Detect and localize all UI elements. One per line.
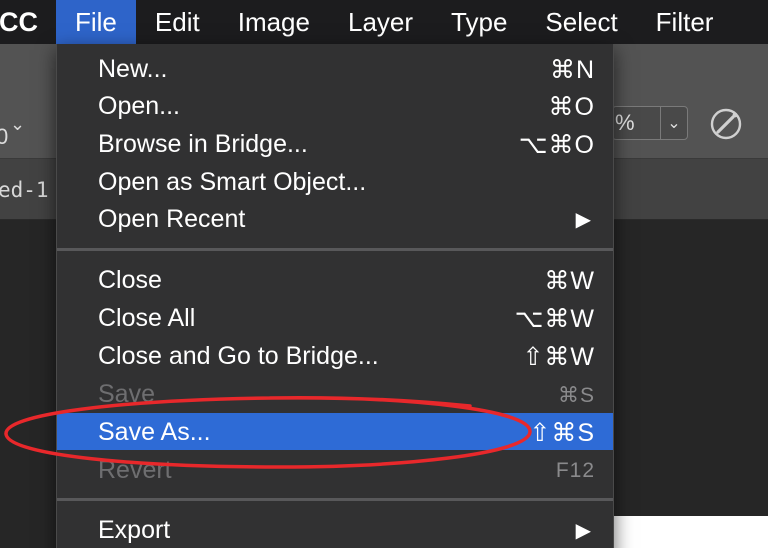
airbrush-icon[interactable] bbox=[708, 106, 744, 142]
menu-image[interactable]: Image bbox=[219, 0, 329, 44]
menu-item-shortcut: ⌘S bbox=[557, 384, 595, 407]
menu-filter[interactable]: Filter bbox=[637, 0, 733, 44]
menu-item-label: Close bbox=[98, 266, 162, 294]
menu-item-new[interactable]: New... ⌘N bbox=[57, 50, 613, 87]
menu-item-open-as-smart-object[interactable]: Open as Smart Object... bbox=[57, 163, 613, 200]
document-tab[interactable]: ed-1 bbox=[0, 178, 49, 202]
menu-layer[interactable]: Layer bbox=[329, 0, 432, 44]
menu-separator bbox=[57, 248, 613, 251]
menu-item-shortcut: ⇧⌘W bbox=[522, 343, 595, 371]
menu-item-shortcut: ⌘O bbox=[548, 93, 595, 121]
menu-item-save-as[interactable]: Save As... ⇧⌘S bbox=[57, 413, 613, 450]
size-value: 0 bbox=[0, 124, 9, 149]
menu-item-close-and-go-to-bridge[interactable]: Close and Go to Bridge... ⇧⌘W bbox=[57, 337, 613, 374]
menu-item-label: Close All bbox=[98, 304, 196, 332]
menu-item-shortcut: F12 bbox=[555, 459, 595, 482]
menu-item-label: Close and Go to Bridge... bbox=[98, 342, 379, 370]
menu-item-shortcut: ⌘N bbox=[549, 56, 595, 84]
menu-item-shortcut: ⌥⌘W bbox=[514, 305, 595, 333]
menu-item-label: Save As... bbox=[98, 418, 211, 446]
percent-label: % bbox=[615, 110, 635, 135]
menu-select[interactable]: Select bbox=[526, 0, 636, 44]
menu-item-shortcut: ⌘W bbox=[544, 267, 595, 295]
menu-item-shortcut: ⇧⌘S bbox=[529, 419, 595, 447]
menu-file[interactable]: File bbox=[56, 0, 136, 44]
menu-item-label: New... bbox=[98, 55, 168, 83]
menu-item-close[interactable]: Close ⌘W bbox=[57, 261, 613, 298]
app-name[interactable]: CC bbox=[0, 0, 56, 44]
menu-type[interactable]: Type bbox=[432, 0, 526, 44]
menu-item-label: Revert bbox=[98, 456, 172, 484]
menu-item-label: Open as Smart Object... bbox=[98, 168, 367, 196]
document-canvas bbox=[612, 516, 768, 548]
menu-item-shortcut: ⌥⌘O bbox=[518, 131, 595, 159]
chevron-down-icon[interactable]: ⌄ bbox=[10, 114, 25, 135]
menu-item-save: Save ⌘S bbox=[57, 375, 613, 412]
triangle-right-icon: ▶ bbox=[575, 209, 591, 231]
menu-item-open-recent[interactable]: Open Recent ▶ bbox=[57, 200, 613, 237]
menu-bar: CC File Edit Image Layer Type Select Fil… bbox=[0, 0, 768, 44]
menu-item-label: Browse in Bridge... bbox=[98, 130, 308, 158]
menu-item-label: Save bbox=[98, 380, 155, 408]
chevron-down-icon[interactable]: ⌄ bbox=[660, 106, 688, 140]
file-menu-dropdown: New... ⌘N Open... ⌘O Browse in Bridge...… bbox=[56, 44, 614, 548]
menu-item-browse-in-bridge[interactable]: Browse in Bridge... ⌥⌘O bbox=[57, 125, 613, 162]
triangle-right-icon: ▶ bbox=[575, 520, 591, 542]
menu-item-label: Export bbox=[98, 516, 171, 544]
menu-separator bbox=[57, 498, 613, 501]
menu-item-label: Open... bbox=[98, 92, 180, 120]
menu-item-close-all[interactable]: Close All ⌥⌘W bbox=[57, 299, 613, 336]
menu-edit[interactable]: Edit bbox=[136, 0, 219, 44]
menu-item-revert: Revert F12 bbox=[57, 451, 613, 488]
menu-item-open[interactable]: Open... ⌘O bbox=[57, 87, 613, 124]
menu-item-label: Open Recent bbox=[98, 205, 246, 233]
menu-item-export[interactable]: Export ▶ bbox=[57, 511, 613, 548]
opacity-field[interactable]: % bbox=[612, 106, 660, 140]
